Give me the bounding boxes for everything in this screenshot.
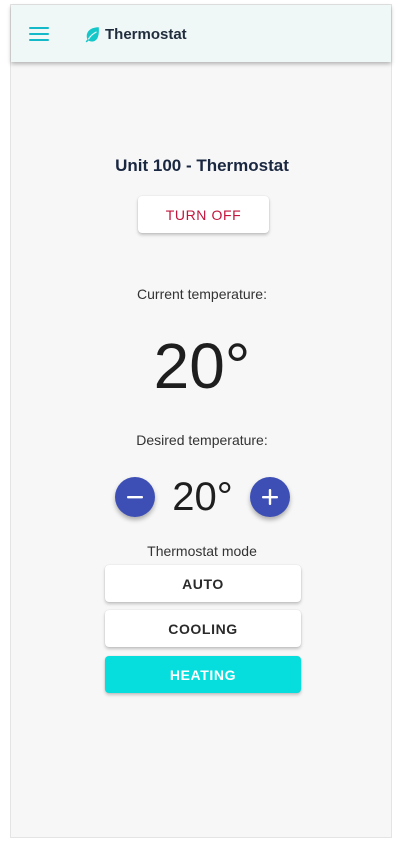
unit-title: Unit 100 - Thermostat <box>115 156 289 175</box>
app-frame: Thermostat Unit 100 - Thermostat TURN OF… <box>10 4 392 838</box>
decrease-temperature-button[interactable] <box>115 477 155 517</box>
mode-heating-button[interactable]: HEATING <box>105 656 301 693</box>
mode-auto-button[interactable]: AUTO <box>105 565 301 602</box>
plus-icon <box>262 489 278 505</box>
desired-temperature-value: 20° <box>172 475 233 519</box>
leaf-icon <box>85 27 99 43</box>
top-app-bar: Thermostat <box>11 5 391 62</box>
menu-icon[interactable] <box>29 27 49 41</box>
app-title: Thermostat <box>105 25 187 43</box>
thermostat-mode-label: Thermostat mode <box>147 543 257 559</box>
brand: Thermostat <box>83 23 187 45</box>
turn-off-button[interactable]: TURN OFF <box>138 196 269 233</box>
increase-temperature-button[interactable] <box>250 477 290 517</box>
mode-cooling-button[interactable]: COOLING <box>105 610 301 647</box>
minus-icon <box>127 496 143 499</box>
desired-temperature-label: Desired temperature: <box>136 432 268 448</box>
current-temperature-label: Current temperature: <box>137 286 267 302</box>
desired-temperature-stepper: 20° <box>11 475 393 519</box>
current-temperature-value: 20° <box>153 330 251 402</box>
